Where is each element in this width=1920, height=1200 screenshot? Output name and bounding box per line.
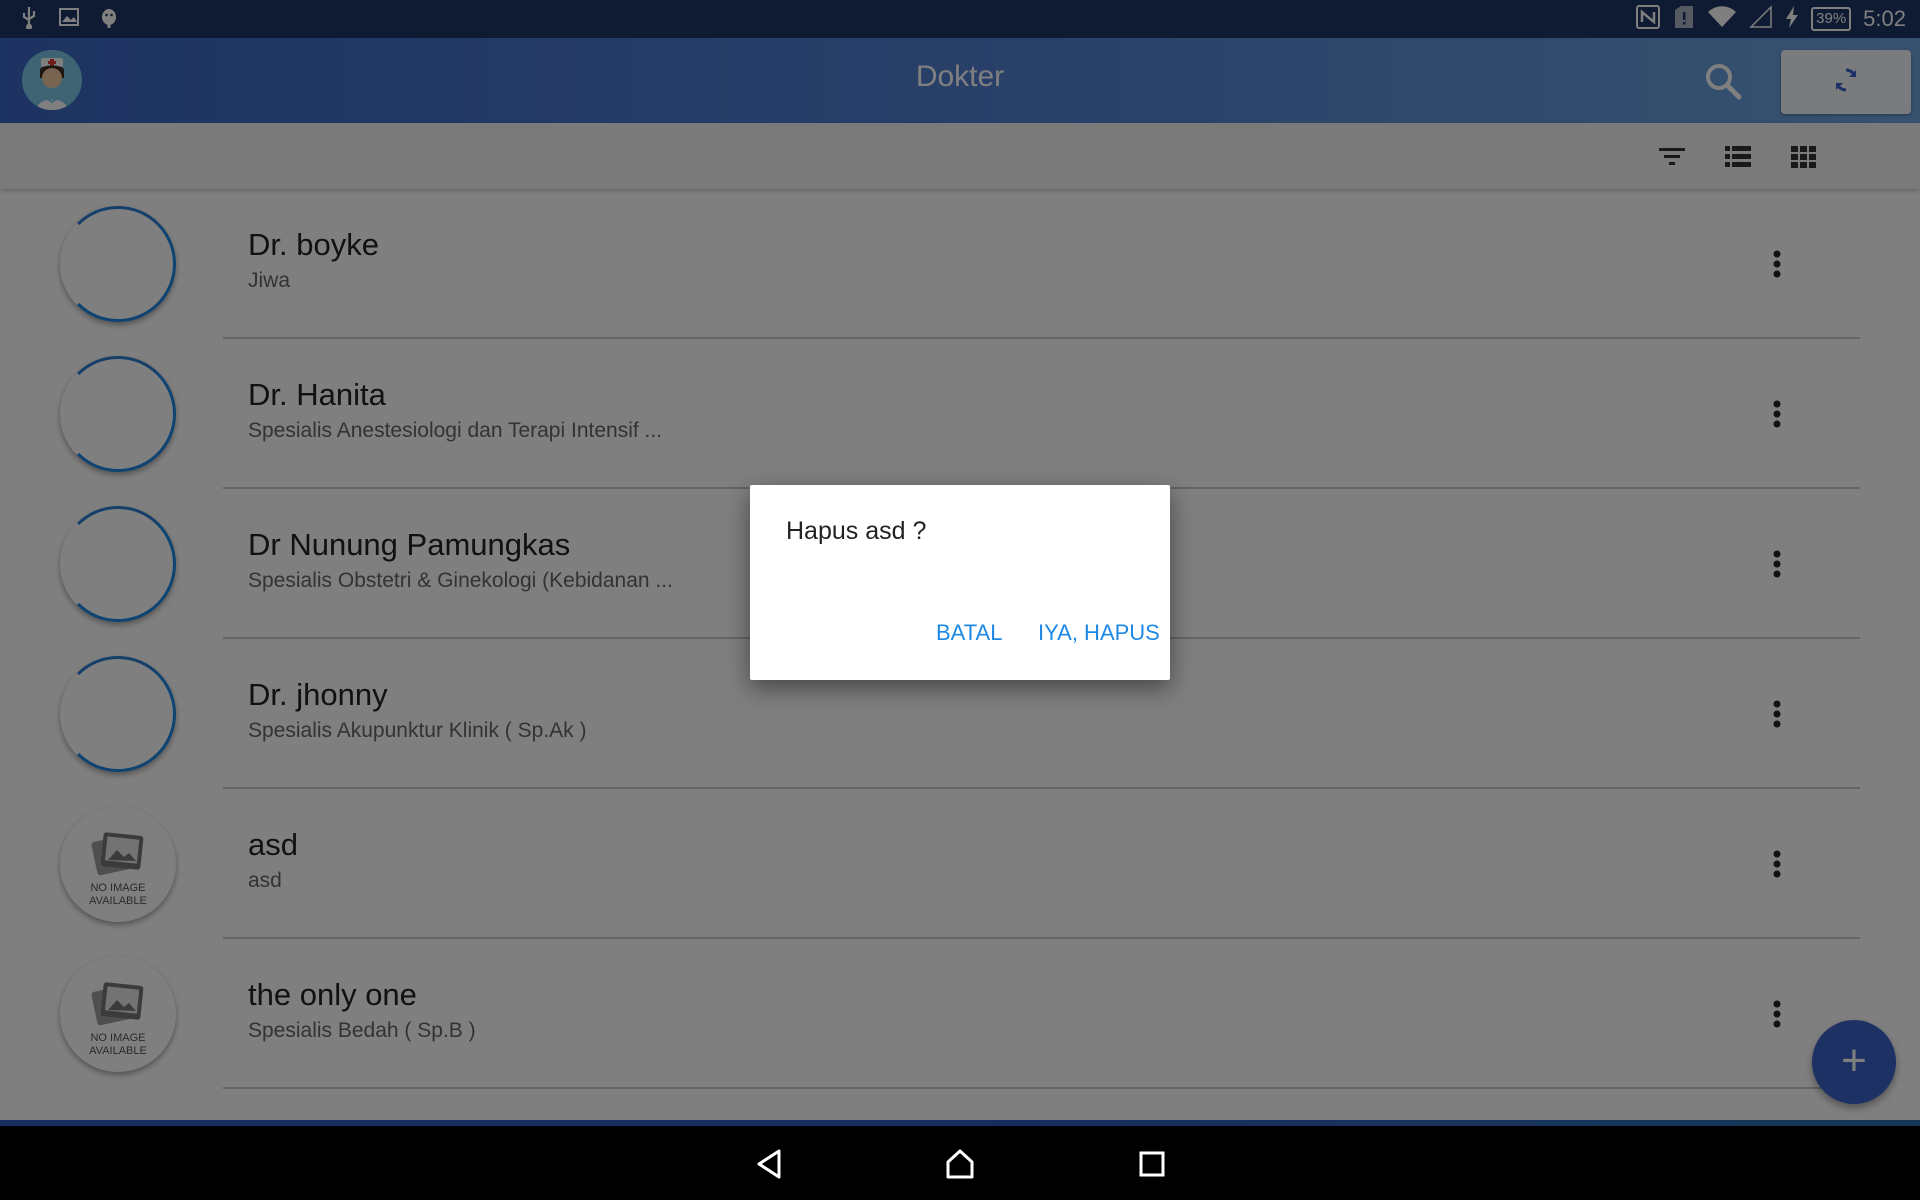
confirm-delete-button[interactable]: IYA, HAPUS [1038, 620, 1160, 646]
system-nav-bar [0, 1126, 1920, 1200]
dialog-message: Hapus asd ? [786, 517, 927, 545]
recents-icon[interactable] [1134, 1146, 1170, 1182]
home-icon[interactable] [942, 1146, 978, 1182]
delete-confirm-dialog: Hapus asd ? BATAL IYA, HAPUS [750, 485, 1170, 680]
cancel-button[interactable]: BATAL [936, 620, 1002, 646]
back-icon[interactable] [751, 1146, 787, 1182]
